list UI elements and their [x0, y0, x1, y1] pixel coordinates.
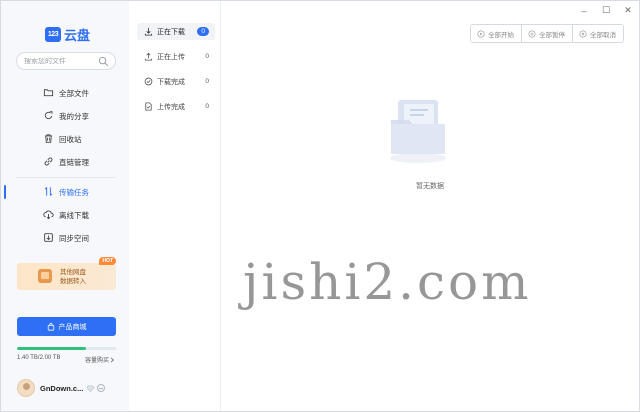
maximize-button[interactable]: ☐ — [601, 5, 611, 16]
pause-circle-icon — [528, 29, 536, 38]
trash-icon — [44, 134, 53, 143]
tab-label: 正在上传 — [157, 53, 185, 61]
more-icon[interactable] — [97, 384, 106, 392]
chevron-right-icon — [110, 356, 115, 363]
storage-quota-bar — [17, 347, 116, 350]
task-count: 0 — [205, 53, 209, 60]
download-icon — [144, 27, 153, 36]
sidebar-item-all-files[interactable]: 全部文件 — [1, 82, 129, 104]
empty-folder-illustration — [390, 100, 446, 163]
tab-download-complete[interactable]: 下载完成 0 — [137, 73, 215, 90]
buy-capacity-label: 容量购买 — [85, 358, 110, 364]
diamond-icon[interactable] — [86, 384, 95, 393]
buy-capacity-link[interactable]: 容量购买 — [85, 355, 115, 364]
product-store-label: 产品商城 — [58, 323, 87, 331]
import-box-icon — [38, 269, 52, 283]
sidebar-item-label: 离线下载 — [59, 210, 89, 220]
transfer-task-panel: 正在下载 0 正在上传 0 下载完成 0 上传完成 0 — [129, 1, 221, 411]
cancel-all-button[interactable]: 全部取消 — [572, 25, 623, 42]
pause-all-label: 全部暂停 — [539, 31, 565, 39]
storage-quota-text: 1.40 TB/2.00 TB — [17, 355, 61, 361]
tab-label: 正在下载 — [157, 28, 185, 36]
search-box[interactable] — [16, 52, 116, 70]
watermark-text: jishi2.com — [243, 253, 532, 311]
cancel-all-label: 全部取消 — [590, 31, 616, 39]
bag-icon — [47, 322, 54, 331]
task-count: 0 — [205, 103, 209, 110]
start-all-label: 全部开始 — [488, 31, 514, 39]
user-profile[interactable]: GnDown.c... — [17, 379, 106, 397]
sidebar-item-direct-link[interactable]: 直链管理 — [1, 151, 129, 173]
promo-line-2: 数据转入 — [60, 278, 86, 285]
sync-icon — [44, 233, 53, 242]
sidebar: 123 云盘 全部文件 我的分享 回收站 直链管理 传输任务 — [1, 1, 129, 411]
start-all-button[interactable]: 全部开始 — [471, 25, 521, 42]
logo-mark: 123 — [45, 27, 61, 42]
minimize-button[interactable]: – — [579, 6, 589, 16]
sidebar-item-recycle-bin[interactable]: 回收站 — [1, 128, 129, 150]
logo-text: 云盘 — [64, 28, 91, 43]
empty-state-text: 暂无数据 — [416, 183, 444, 190]
product-store-button[interactable]: 产品商城 — [17, 317, 116, 336]
link-icon — [44, 157, 53, 166]
transfer-toolbar: 全部开始 全部暂停 全部取消 — [470, 24, 624, 43]
app-window: 123 云盘 全部文件 我的分享 回收站 直链管理 传输任务 — [0, 0, 640, 412]
cloud-download-icon — [43, 210, 54, 220]
tab-upload-complete[interactable]: 上传完成 0 — [137, 98, 215, 115]
hot-badge: HOT — [99, 257, 116, 265]
sidebar-item-label: 同步空间 — [59, 233, 89, 243]
tab-uploading[interactable]: 正在上传 0 — [137, 48, 215, 65]
sidebar-item-offline-download[interactable]: 离线下载 — [1, 204, 129, 226]
avatar[interactable] — [17, 379, 35, 397]
storage-quota-fill — [17, 347, 87, 350]
promo-line-1: 其他网盘 — [60, 269, 86, 276]
promo-text: 其他网盘 数据转入 — [60, 268, 86, 286]
close-button[interactable]: ✕ — [623, 5, 633, 16]
check-circle-icon — [144, 77, 153, 86]
tab-downloading[interactable]: 正在下载 0 — [137, 23, 215, 40]
task-count: 0 — [205, 78, 209, 85]
sidebar-item-label: 全部文件 — [59, 88, 89, 98]
data-import-promo[interactable]: 其他网盘 数据转入 HOT — [17, 257, 116, 290]
close-circle-icon — [579, 29, 587, 38]
sidebar-item-label: 回收站 — [59, 134, 82, 144]
sidebar-item-label: 直链管理 — [59, 157, 89, 167]
transfer-icon — [44, 187, 53, 196]
main-content: – ☐ ✕ 全部开始 全部暂停 全部取消 暂无数据 — [221, 1, 639, 411]
sidebar-item-my-share[interactable]: 我的分享 — [1, 105, 129, 127]
sidebar-item-label: 传输任务 — [59, 187, 89, 197]
file-check-icon — [145, 102, 152, 111]
pause-all-button[interactable]: 全部暂停 — [521, 25, 572, 42]
share-icon — [44, 111, 53, 120]
app-logo: 123 云盘 — [45, 25, 90, 44]
upload-icon — [144, 52, 153, 61]
search-icon[interactable] — [98, 56, 109, 67]
sidebar-item-transfer-tasks[interactable]: 传输任务 — [1, 181, 129, 203]
user-name[interactable]: GnDown.c... — [40, 384, 83, 393]
sidebar-item-sync-space[interactable]: 同步空间 — [1, 227, 129, 249]
tab-label: 下载完成 — [157, 78, 185, 86]
sidebar-item-label: 我的分享 — [59, 111, 89, 121]
folder-icon — [43, 89, 54, 97]
window-controls: – ☐ ✕ — [579, 5, 633, 16]
tab-label: 上传完成 — [157, 103, 185, 111]
task-count-badge: 0 — [197, 27, 209, 36]
search-input[interactable] — [24, 57, 100, 65]
play-circle-icon — [477, 29, 485, 38]
sidebar-divider — [16, 177, 116, 178]
